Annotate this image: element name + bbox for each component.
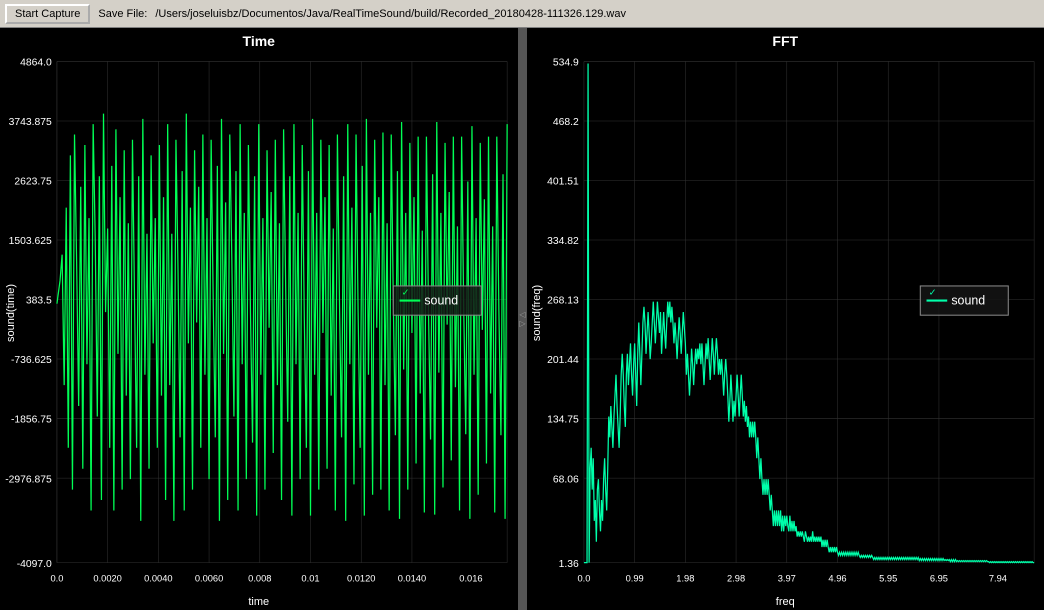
svg-text:✓: ✓ <box>928 287 936 297</box>
fft-chart-svg: 534.9 468.2 401.51 334.82 268.13 201.44 … <box>527 51 1044 594</box>
svg-text:0.0060: 0.0060 <box>195 573 223 583</box>
svg-text:1.98: 1.98 <box>676 573 694 583</box>
fft-chart-area: sound(freq) <box>527 51 1044 594</box>
start-capture-button[interactable]: Start Capture <box>5 4 90 24</box>
svg-text:-4097.0: -4097.0 <box>17 559 52 570</box>
svg-text:0.016: 0.016 <box>459 573 482 583</box>
svg-text:✓: ✓ <box>402 287 410 297</box>
svg-text:334.82: 334.82 <box>547 236 579 247</box>
svg-text:2.98: 2.98 <box>727 573 745 583</box>
toolbar: Start Capture Save File: /Users/joseluis… <box>0 0 1044 28</box>
fft-y-axis-label: sound(freq) <box>532 284 544 340</box>
save-file-label: Save File: <box>98 8 147 20</box>
svg-text:468.2: 468.2 <box>552 117 578 128</box>
svg-text:534.9: 534.9 <box>552 58 578 69</box>
time-chart-area: sound(time) <box>0 51 518 594</box>
time-chart-title: Time <box>0 28 518 51</box>
svg-text:5.95: 5.95 <box>879 573 897 583</box>
svg-text:268.13: 268.13 <box>547 296 579 307</box>
svg-text:0.008: 0.008 <box>248 573 271 583</box>
svg-text:401.51: 401.51 <box>547 177 579 188</box>
svg-text:sound: sound <box>951 294 985 308</box>
svg-text:4.96: 4.96 <box>828 573 846 583</box>
time-chart-svg: 4864.0 3743.875 2623.75 1503.625 383.5 -… <box>0 51 518 594</box>
svg-text:0.0040: 0.0040 <box>144 573 172 583</box>
chart-divider[interactable] <box>519 28 527 610</box>
svg-text:0.99: 0.99 <box>625 573 643 583</box>
fft-chart: FFT sound(freq) <box>527 28 1044 610</box>
time-y-axis-label: sound(time) <box>5 283 17 341</box>
svg-text:134.75: 134.75 <box>547 415 579 426</box>
save-file-path: /Users/joseluisbz/Documentos/Java/RealTi… <box>155 8 626 20</box>
svg-text:0.0140: 0.0140 <box>398 573 426 583</box>
svg-text:68.06: 68.06 <box>552 474 578 485</box>
main-content: Time sound(time) <box>0 28 1044 610</box>
svg-text:7.94: 7.94 <box>988 573 1006 583</box>
svg-text:3.97: 3.97 <box>777 573 795 583</box>
fft-chart-title: FFT <box>527 28 1044 51</box>
svg-text:2623.75: 2623.75 <box>14 177 52 188</box>
svg-text:4864.0: 4864.0 <box>20 58 52 69</box>
svg-text:0.0: 0.0 <box>577 573 590 583</box>
svg-text:0.0020: 0.0020 <box>93 573 121 583</box>
svg-text:383.5: 383.5 <box>26 296 52 307</box>
fft-x-axis-label: freq <box>527 594 1044 610</box>
svg-text:0.0: 0.0 <box>50 573 63 583</box>
svg-text:sound: sound <box>424 294 458 308</box>
svg-text:201.44: 201.44 <box>547 355 579 366</box>
time-x-axis-label: time <box>0 594 518 610</box>
svg-text:6.95: 6.95 <box>929 573 947 583</box>
svg-text:1.36: 1.36 <box>558 559 578 570</box>
svg-text:0.0120: 0.0120 <box>347 573 375 583</box>
svg-text:0.01: 0.01 <box>301 573 319 583</box>
time-chart: Time sound(time) <box>0 28 519 610</box>
